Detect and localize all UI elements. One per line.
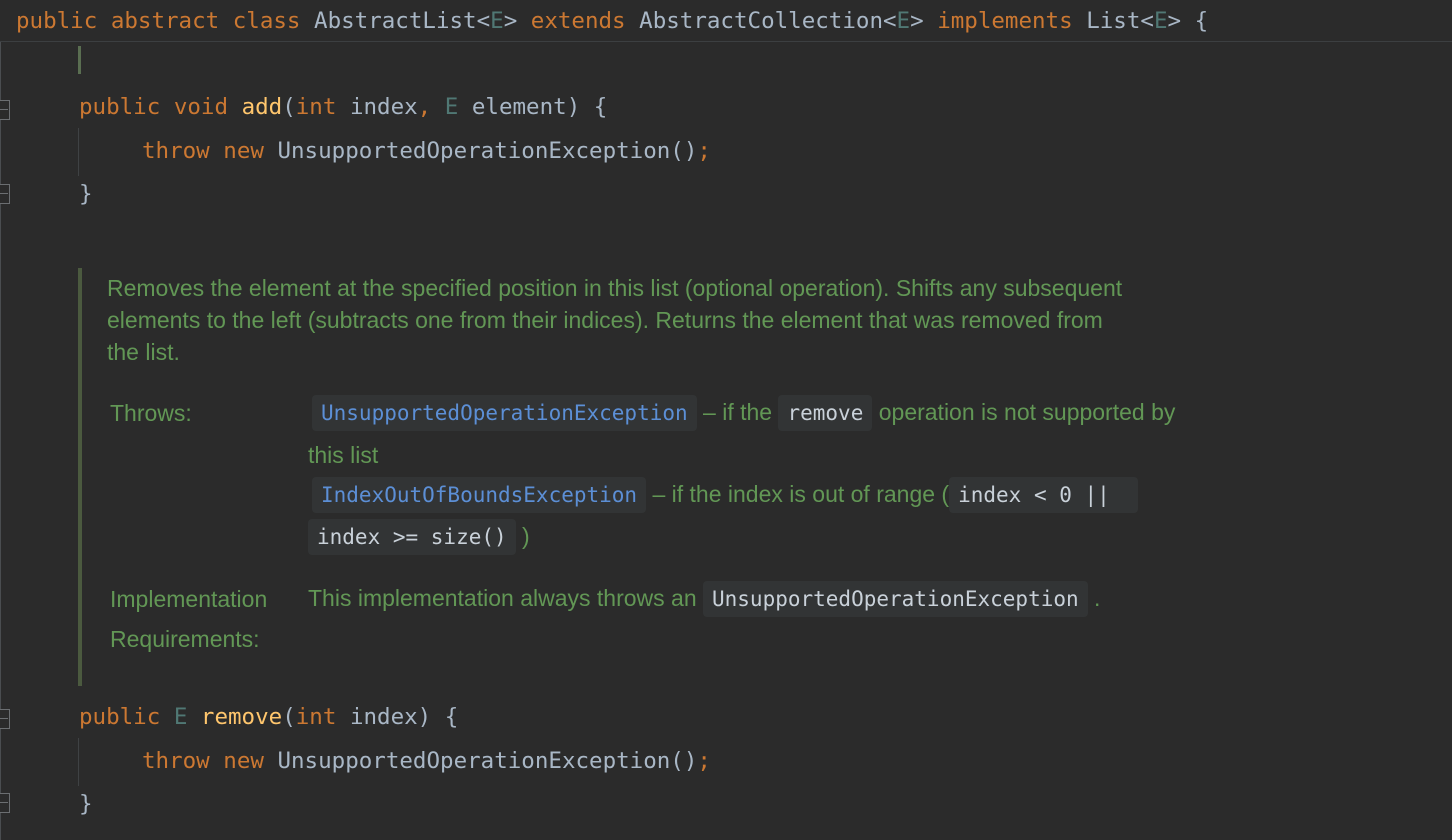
parent-class: AbstractCollection bbox=[639, 8, 883, 34]
class-name: AbstractList bbox=[314, 8, 477, 34]
param-index: index bbox=[349, 94, 418, 120]
keyword-public: public bbox=[16, 8, 98, 34]
generic-close: > bbox=[503, 8, 518, 34]
generic-type: E bbox=[896, 8, 911, 34]
doc-text: . bbox=[1094, 585, 1101, 611]
fold-icon[interactable] bbox=[0, 100, 10, 120]
method-name-remove: remove bbox=[200, 704, 283, 730]
doc-text: – if the index is out of range ( bbox=[652, 481, 950, 507]
exception-constructor: UnsupportedOperationException() bbox=[277, 748, 698, 774]
inline-code: index >= size() bbox=[308, 519, 516, 555]
paren-close-brace: ) { bbox=[566, 94, 608, 120]
open-brace: { bbox=[1194, 8, 1209, 34]
indent-guide bbox=[78, 128, 79, 176]
param-index: index bbox=[349, 704, 418, 730]
keyword-public: public bbox=[79, 704, 161, 730]
doc-description-line: the list. bbox=[107, 339, 180, 365]
rendered-javadoc[interactable]: Removes the element at the specified pos… bbox=[78, 268, 1338, 686]
implementation-label: Implementation bbox=[110, 586, 268, 612]
method-name-add: add bbox=[241, 94, 283, 120]
paren-open: ( bbox=[282, 704, 296, 730]
close-brace: } bbox=[79, 181, 93, 207]
doc-text: This implementation always throws an bbox=[308, 585, 697, 611]
throws-item-2: IndexOutOfBoundsException – if the index… bbox=[312, 477, 1138, 513]
keyword-class: class bbox=[232, 8, 301, 34]
doc-description: Removes the element at the specified pos… bbox=[107, 272, 1337, 368]
semicolon: ; bbox=[697, 748, 711, 774]
interface-name: List bbox=[1086, 8, 1141, 34]
text-caret bbox=[78, 46, 81, 74]
fold-icon[interactable] bbox=[0, 184, 10, 204]
generic-open: < bbox=[883, 8, 897, 34]
fold-icon[interactable] bbox=[0, 709, 10, 729]
generic-close: > bbox=[1167, 8, 1182, 34]
keyword-throw: throw bbox=[142, 748, 210, 774]
keyword-int: int bbox=[295, 94, 337, 120]
remove-method-end[interactable]: } bbox=[79, 787, 93, 821]
doc-description-line: Removes the element at the specified pos… bbox=[107, 275, 1123, 301]
doc-text: ) bbox=[522, 523, 530, 549]
sticky-class-header[interactable]: public abstract class AbstractList<E> ex… bbox=[0, 0, 1452, 42]
keyword-new: new bbox=[223, 748, 264, 774]
generic-open: < bbox=[476, 8, 491, 34]
inline-code: remove bbox=[778, 395, 873, 431]
throws-item-1: UnsupportedOperationException – if the r… bbox=[312, 395, 1175, 431]
class-declaration-line[interactable]: public abstract class AbstractList<E> ex… bbox=[16, 4, 1208, 38]
throws-item-2-cont: index >= size() ) bbox=[308, 519, 530, 555]
add-method-end[interactable]: } bbox=[79, 177, 93, 211]
keyword-int: int bbox=[295, 704, 337, 730]
add-method-body[interactable]: throw new UnsupportedOperationException(… bbox=[142, 134, 711, 168]
fold-icon[interactable] bbox=[0, 793, 10, 813]
doc-description-line: elements to the left (subtracts one from… bbox=[107, 307, 1103, 333]
generic-type: E bbox=[173, 704, 188, 730]
paren-close-brace: ) { bbox=[417, 704, 459, 730]
throws-label: Throws: bbox=[110, 400, 192, 426]
editor-gutter[interactable] bbox=[0, 42, 10, 840]
remove-method-signature[interactable]: public E remove(int index) { bbox=[79, 700, 458, 734]
keyword-extends: extends bbox=[530, 8, 626, 34]
implementation-note: This implementation always throws an Uns… bbox=[308, 581, 1100, 617]
generic-type: E bbox=[490, 8, 504, 34]
generic-open: < bbox=[1140, 8, 1154, 34]
code-editor[interactable]: public abstract class AbstractList<E> ex… bbox=[0, 0, 1452, 840]
close-brace: } bbox=[79, 791, 93, 817]
requirements-label: Requirements: bbox=[110, 626, 260, 652]
add-method-signature[interactable]: public void add(int index, E element) { bbox=[79, 90, 607, 124]
generic-type: E bbox=[444, 94, 459, 120]
inline-code: index < 0 || bbox=[949, 477, 1138, 513]
remove-method-body[interactable]: throw new UnsupportedOperationException(… bbox=[142, 744, 711, 778]
param-element: element bbox=[471, 94, 567, 120]
index-out-of-bounds-exception-link[interactable]: IndexOutOfBoundsException bbox=[312, 477, 647, 513]
keyword-throw: throw bbox=[142, 138, 210, 164]
keyword-implements: implements bbox=[937, 8, 1073, 34]
generic-type: E bbox=[1153, 8, 1168, 34]
inline-code: UnsupportedOperationException bbox=[703, 581, 1088, 617]
keyword-new: new bbox=[223, 138, 264, 164]
doc-text: operation is not supported by bbox=[878, 399, 1176, 425]
doc-text: – if the bbox=[703, 399, 773, 425]
keyword-void: void bbox=[173, 94, 229, 120]
generic-close: > bbox=[910, 8, 924, 34]
exception-constructor: UnsupportedOperationException() bbox=[277, 138, 698, 164]
unsupported-operation-exception-link[interactable]: UnsupportedOperationException bbox=[312, 395, 697, 431]
paren-open: ( bbox=[282, 94, 296, 120]
comma: , bbox=[417, 94, 432, 120]
semicolon: ; bbox=[697, 138, 711, 164]
throws-item-1-cont: this list bbox=[308, 442, 379, 468]
keyword-abstract: abstract bbox=[110, 8, 220, 34]
indent-guide bbox=[78, 738, 79, 786]
keyword-public: public bbox=[79, 94, 161, 120]
